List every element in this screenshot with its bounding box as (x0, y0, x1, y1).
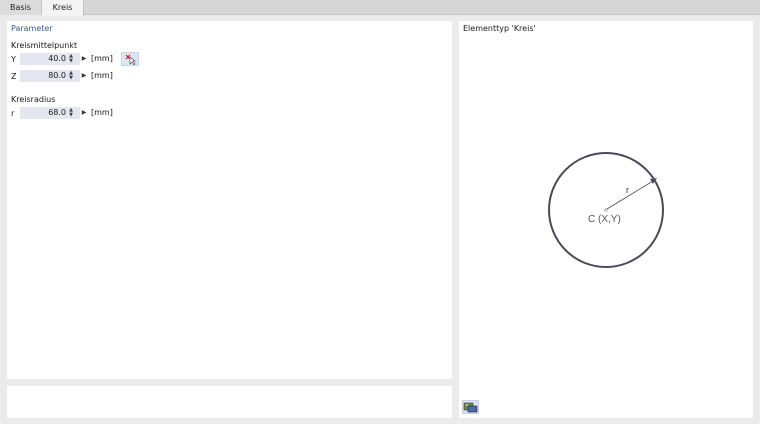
z-input[interactable]: 80.0 ▲ ▼ (20, 70, 80, 82)
y-label: Y (11, 55, 16, 64)
spin-arrows-icon[interactable]: ▲ ▼ (68, 108, 74, 118)
z-unit: [mm] (91, 71, 113, 80)
z-value: 80.0 (48, 71, 66, 80)
arrow-right-icon[interactable]: ▶ (81, 70, 87, 82)
radius-section-title: Kreisradius (11, 95, 56, 104)
r-input[interactable]: 68.0 ▲ ▼ (20, 107, 80, 119)
spin-arrows-icon[interactable]: ▲ ▼ (68, 54, 74, 64)
r-label: r (11, 109, 15, 118)
tab-bar: Basis Kreis (0, 0, 760, 16)
r-unit: [mm] (91, 108, 113, 117)
image-icon (463, 402, 478, 413)
center-label: C (X,Y) (588, 214, 621, 225)
parameter-panel: Parameter Kreismittelpunkt Y 40.0 ▲ ▼ ▶ [… (7, 21, 452, 379)
circle-diagram: r C (X,Y) (548, 152, 664, 268)
tab-basis[interactable]: Basis (0, 0, 42, 15)
y-input[interactable]: 40.0 ▲ ▼ (20, 53, 80, 65)
arrow-right-icon[interactable]: ▶ (81, 107, 87, 119)
y-unit: [mm] (91, 54, 113, 63)
info-panel (7, 386, 452, 418)
center-section-title: Kreismittelpunkt (11, 41, 78, 50)
y-value: 40.0 (48, 54, 66, 63)
parameter-header: Parameter (11, 24, 53, 33)
z-label: Z (11, 72, 17, 81)
tab-kreis[interactable]: Kreis (42, 0, 84, 16)
radius-label: r (626, 185, 629, 195)
pick-point-icon (125, 54, 136, 66)
spin-arrows-icon[interactable]: ▲ ▼ (68, 71, 74, 81)
preview-panel: Elementtyp 'Kreis' r C (X,Y) (459, 21, 753, 418)
r-value: 68.0 (48, 108, 66, 117)
pick-point-button[interactable] (121, 52, 139, 66)
image-button[interactable] (462, 400, 479, 414)
arrow-right-icon[interactable]: ▶ (81, 53, 87, 65)
radius-line (606, 180, 654, 210)
